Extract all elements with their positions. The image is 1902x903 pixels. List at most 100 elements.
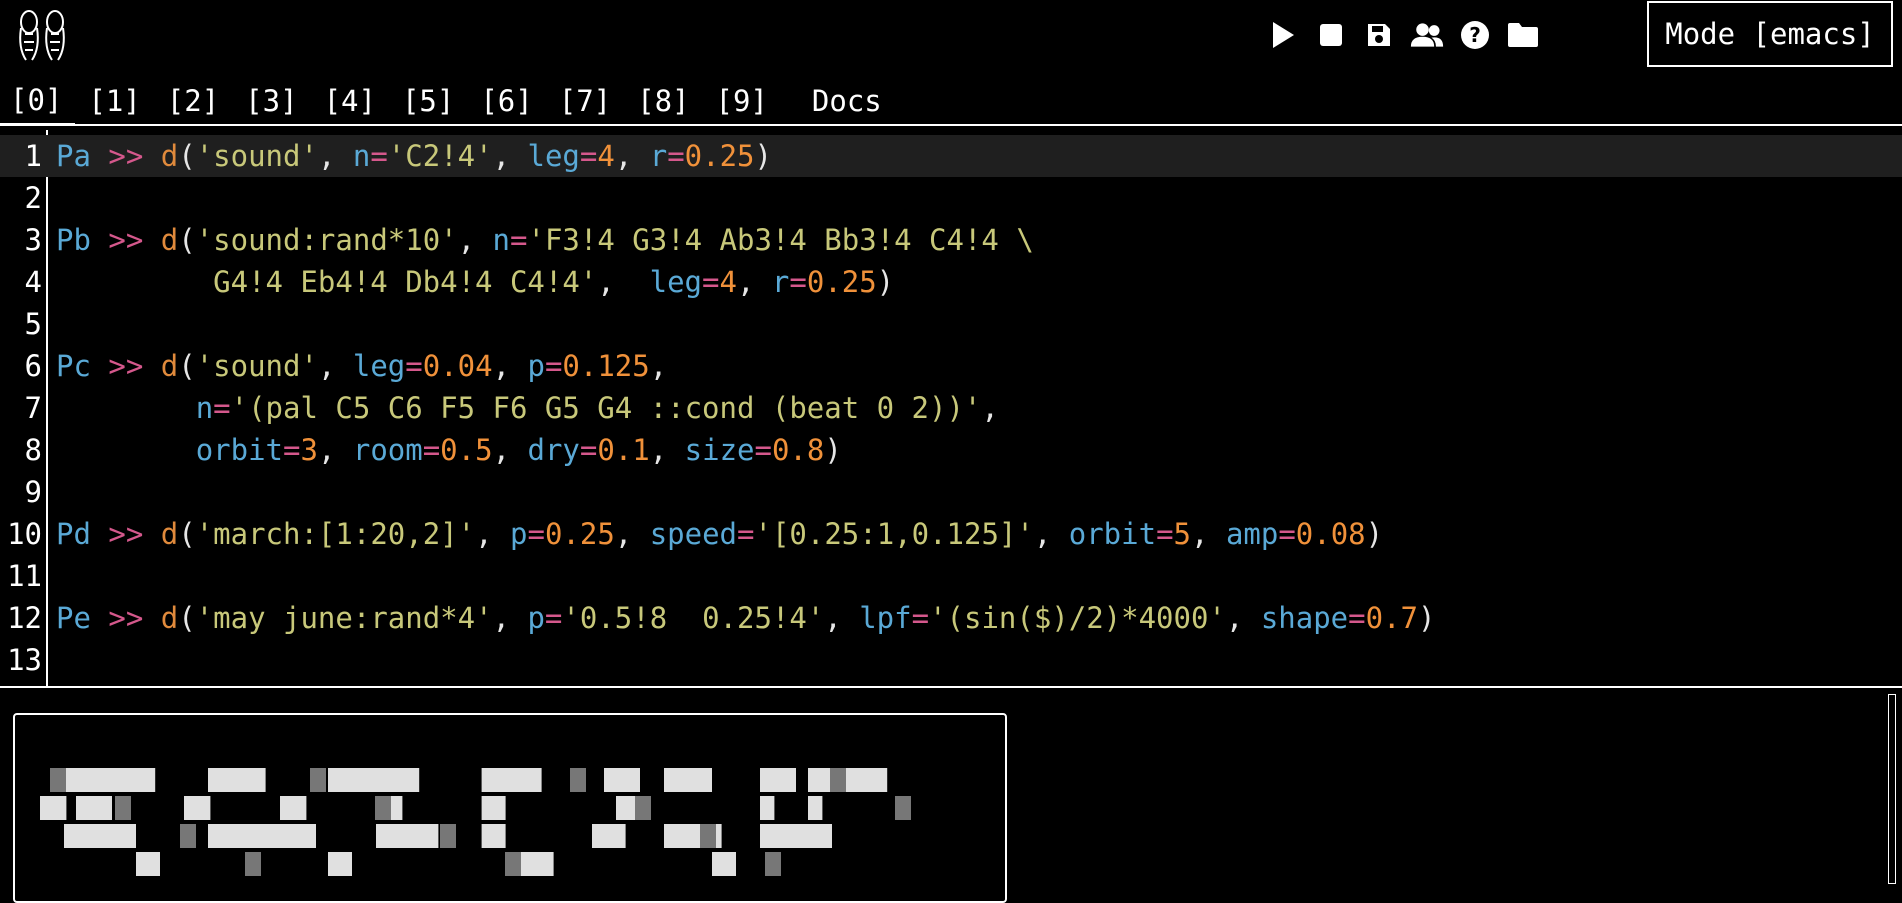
code-line[interactable]: 1 Pa >> d('sound', n='C2!4', leg=4, r=0.2… bbox=[0, 135, 1902, 177]
stop-icon[interactable] bbox=[1314, 18, 1348, 52]
tab-5[interactable]: [5] bbox=[389, 84, 467, 124]
scrollbar[interactable] bbox=[1888, 694, 1896, 884]
code-token: , bbox=[317, 139, 353, 173]
line-number: 5 bbox=[24, 307, 42, 341]
tab-0[interactable]: [0] bbox=[0, 83, 76, 126]
code-token: leg bbox=[649, 265, 703, 299]
tab-4[interactable]: [4] bbox=[311, 84, 389, 124]
tab-7[interactable]: [7] bbox=[546, 84, 624, 124]
code-token: p bbox=[510, 517, 528, 551]
code-token: = bbox=[1348, 601, 1366, 635]
code-token: Pe bbox=[56, 601, 91, 635]
code-token: orbit bbox=[195, 433, 283, 467]
code-token: 'C2!4' bbox=[387, 139, 493, 173]
visualizer-block bbox=[481, 824, 506, 848]
code-line[interactable]: 9 bbox=[0, 471, 1902, 513]
code-token: 4 bbox=[719, 265, 737, 299]
mode-button[interactable]: Mode [emacs] bbox=[1647, 1, 1893, 67]
editor-divider bbox=[0, 686, 1902, 688]
code-token: 0.25 bbox=[806, 265, 877, 299]
code-token: ) bbox=[824, 433, 842, 467]
code-text: n='(pal C5 C6 F5 F6 G5 G4 ::cond (beat 0… bbox=[56, 387, 999, 429]
help-icon[interactable]: ? bbox=[1458, 18, 1492, 52]
visualizer-block bbox=[808, 768, 888, 792]
code-line[interactable]: 7 n='(pal C5 C6 F5 F6 G5 G4 ::cond (beat… bbox=[0, 387, 1902, 429]
code-token: '0.5!8 0.25!4' bbox=[562, 601, 825, 635]
tab-9[interactable]: [9] bbox=[703, 84, 781, 124]
toolbar: ? bbox=[1266, 18, 1540, 52]
visualizer-dots bbox=[570, 768, 586, 792]
tab-2[interactable]: [2] bbox=[154, 84, 232, 124]
code-token: p bbox=[527, 601, 545, 635]
code-token: = bbox=[911, 601, 930, 635]
code-token: Pa bbox=[56, 139, 91, 173]
code-token: >> bbox=[108, 223, 144, 257]
visualizer-block bbox=[712, 852, 736, 876]
code-token: = bbox=[370, 139, 388, 173]
code-editor[interactable]: 1 Pa >> d('sound', n='C2!4', leg=4, r=0.2… bbox=[0, 130, 1902, 686]
save-icon[interactable] bbox=[1362, 18, 1396, 52]
visualizer-block bbox=[592, 824, 626, 848]
code-token: room bbox=[352, 433, 423, 467]
code-line[interactable]: 5 bbox=[0, 303, 1902, 345]
visualizer-block bbox=[40, 796, 67, 820]
users-icon[interactable] bbox=[1410, 18, 1444, 52]
code-token: , bbox=[824, 601, 860, 635]
visualizer-dots bbox=[50, 768, 66, 792]
code-line[interactable]: 12 Pe >> d('may june:rand*4', p='0.5!8 0.… bbox=[0, 597, 1902, 639]
code-token: 3 bbox=[300, 433, 318, 467]
code-token: amp bbox=[1225, 517, 1279, 551]
code-line[interactable]: 13 bbox=[0, 639, 1902, 681]
visualizer-block bbox=[376, 824, 439, 848]
play-icon[interactable] bbox=[1266, 18, 1300, 52]
tab-8[interactable]: [8] bbox=[624, 84, 702, 124]
tab-3[interactable]: [3] bbox=[232, 84, 310, 124]
visualizer-block bbox=[64, 768, 156, 792]
code-token: n bbox=[492, 223, 511, 257]
code-token: , bbox=[597, 265, 650, 299]
code-line[interactable]: 2 bbox=[0, 177, 1902, 219]
code-token: , bbox=[1033, 517, 1069, 551]
code-token: 0.25 bbox=[544, 517, 615, 551]
tab-6[interactable]: [6] bbox=[467, 84, 545, 124]
code-token: >> bbox=[108, 601, 144, 635]
code-line[interactable]: 11 bbox=[0, 555, 1902, 597]
code-line[interactable]: 10 Pd >> d('march:[1:20,2]', p=0.25, spee… bbox=[0, 513, 1902, 555]
code-token: = bbox=[544, 349, 563, 383]
line-number: 9 bbox=[24, 475, 42, 509]
code-text: orbit=3, room=0.5, dry=0.1, size=0.8) bbox=[56, 429, 842, 471]
code-token: = bbox=[1278, 517, 1296, 551]
code-line[interactable]: 8 orbit=3, room=0.5, dry=0.1, size=0.8) bbox=[0, 429, 1902, 471]
tab-1[interactable]: [1] bbox=[75, 84, 153, 124]
visualizer-dots bbox=[180, 824, 196, 848]
code-line[interactable]: 4 G4!4 Eb4!4 Db4!4 C4!4', leg=4, r=0.25) bbox=[0, 261, 1902, 303]
code-line[interactable]: 3 Pb >> d('sound:rand*10', n='F3!4 G3!4 A… bbox=[0, 219, 1902, 261]
code-token: Pc bbox=[56, 349, 91, 383]
visualizer-dots bbox=[310, 768, 326, 792]
code-token: , bbox=[736, 265, 772, 299]
code-text: G4!4 Eb4!4 Db4!4 C4!4', leg=4, r=0.25) bbox=[56, 261, 894, 303]
code-token: r bbox=[649, 139, 668, 173]
line-number: 3 bbox=[24, 223, 42, 257]
folder-icon[interactable] bbox=[1506, 18, 1540, 52]
code-token: = bbox=[1156, 517, 1174, 551]
line-number: 1 bbox=[24, 139, 42, 173]
code-token: 4 bbox=[597, 139, 615, 173]
code-token: r bbox=[771, 265, 790, 299]
code-token: ( bbox=[178, 139, 196, 173]
tab-docs[interactable]: Docs bbox=[799, 84, 895, 124]
visualizer-block bbox=[328, 852, 352, 876]
visualizer-dots bbox=[830, 768, 846, 792]
code-token: 'sound:rand*10' bbox=[195, 223, 458, 257]
code-token: n bbox=[195, 391, 214, 425]
code-line[interactable]: 6 Pc >> d('sound', leg=0.04, p=0.125, bbox=[0, 345, 1902, 387]
line-number: 13 bbox=[7, 643, 42, 677]
visualizer-block bbox=[760, 796, 775, 820]
code-token: = bbox=[702, 265, 720, 299]
code-token: = bbox=[544, 601, 563, 635]
